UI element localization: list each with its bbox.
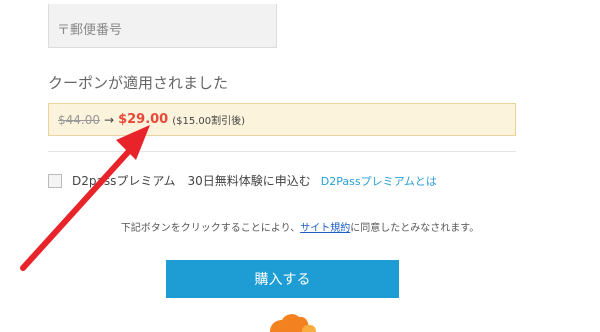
site-terms-link[interactable]: サイト規約	[300, 223, 350, 234]
coupon-applied-heading: クーポンが適用されました	[48, 74, 229, 92]
premium-trial-label[interactable]: D2passプレミアム 30日無料体験に申込む	[72, 172, 311, 189]
cloudflare-logo-icon	[270, 314, 316, 332]
premium-info-link[interactable]: D2Passプレミアムとは	[321, 173, 437, 189]
original-price: $44.00	[58, 112, 100, 127]
coupon-price-box: $44.00 → $29.00 ($15.00割引後)	[48, 103, 516, 136]
discounted-price: $29.00	[118, 112, 169, 127]
premium-trial-checkbox[interactable]	[48, 173, 62, 188]
premium-trial-row: D2passプレミアム 30日無料体験に申込む D2Passプレミアムとは	[48, 172, 437, 189]
terms-text-before: 下記ボタンをクリックすることにより、	[120, 223, 301, 234]
terms-notice: 下記ボタンをクリックすることにより、サイト規約に同意したとみなされます。	[0, 219, 600, 234]
discount-note: ($15.00割引後)	[172, 116, 246, 127]
postal-code-input[interactable]	[48, 4, 277, 48]
terms-text-after: に同意したとみなされます。	[350, 223, 480, 234]
purchase-button[interactable]: 購入する	[166, 260, 399, 298]
divider	[48, 151, 516, 152]
arrow-glyph: →	[104, 112, 115, 127]
